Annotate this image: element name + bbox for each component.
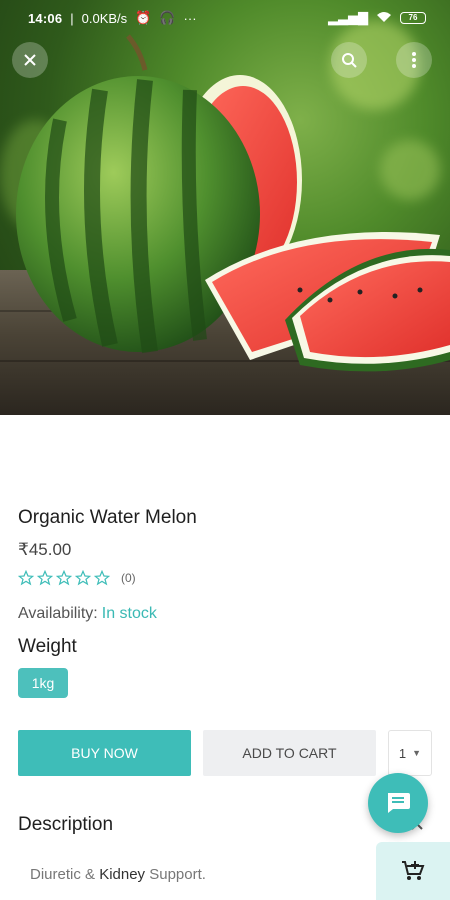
quantity-value: 1	[398, 745, 407, 761]
rating-count: (0)	[121, 571, 136, 585]
search-button[interactable]	[331, 42, 367, 78]
status-bar: 14:06 | 0.0KB/s ⏰ 🎧 ··· ▂▃▅▇ 76	[0, 0, 450, 36]
status-time: 14:06	[28, 10, 63, 26]
star-icon	[75, 570, 91, 586]
watermelon-illustration	[16, 34, 450, 372]
chat-button[interactable]	[368, 773, 428, 833]
status-separator: |	[70, 10, 74, 26]
product-price: ₹45.00	[18, 540, 72, 559]
add-to-cart-icon	[402, 861, 425, 880]
wifi-icon	[376, 11, 392, 26]
product-image	[0, 0, 450, 415]
availability-status: In stock	[101, 605, 157, 622]
description-keyword: Kidney	[99, 866, 146, 883]
more-status-icon: ···	[183, 10, 197, 26]
floating-cart-button[interactable]	[376, 842, 450, 900]
availability: Availability: In stock	[18, 605, 157, 623]
alarm-icon: ⏰	[135, 10, 152, 25]
quantity-select[interactable]: 1 ▼	[388, 730, 432, 776]
battery-icon: 76	[400, 12, 426, 24]
headphones-icon: 🎧	[159, 10, 176, 25]
signal-icon: ▂▃▅▇	[328, 10, 368, 25]
description-text: Diuretic & Kidney Support.	[30, 866, 206, 883]
close-button[interactable]	[12, 42, 48, 78]
chat-icon	[388, 793, 410, 813]
star-icon	[94, 570, 110, 586]
search-icon	[342, 53, 357, 68]
availability-label: Availability:	[18, 605, 98, 622]
star-icon	[56, 570, 72, 586]
more-vert-icon	[412, 52, 416, 68]
description-heading[interactable]: Description	[18, 814, 113, 836]
network-speed: 0.0KB/s	[81, 10, 128, 26]
close-icon	[24, 54, 36, 66]
more-options-button[interactable]	[396, 42, 432, 78]
weight-heading: Weight	[18, 636, 77, 657]
buy-now-button[interactable]: BUY NOW	[18, 730, 191, 776]
chevron-down-icon: ▼	[412, 748, 422, 758]
description-text-suffix: Support.	[145, 866, 206, 883]
weight-option-chip[interactable]: 1kg	[18, 668, 68, 698]
description-text-prefix: Diuretic &	[30, 866, 100, 883]
star-icon	[18, 570, 34, 586]
add-to-cart-button[interactable]: ADD TO CART	[203, 730, 376, 776]
rating-row[interactable]: (0)	[18, 570, 136, 586]
product-title: Organic Water Melon	[18, 507, 197, 528]
star-icon	[37, 570, 53, 586]
